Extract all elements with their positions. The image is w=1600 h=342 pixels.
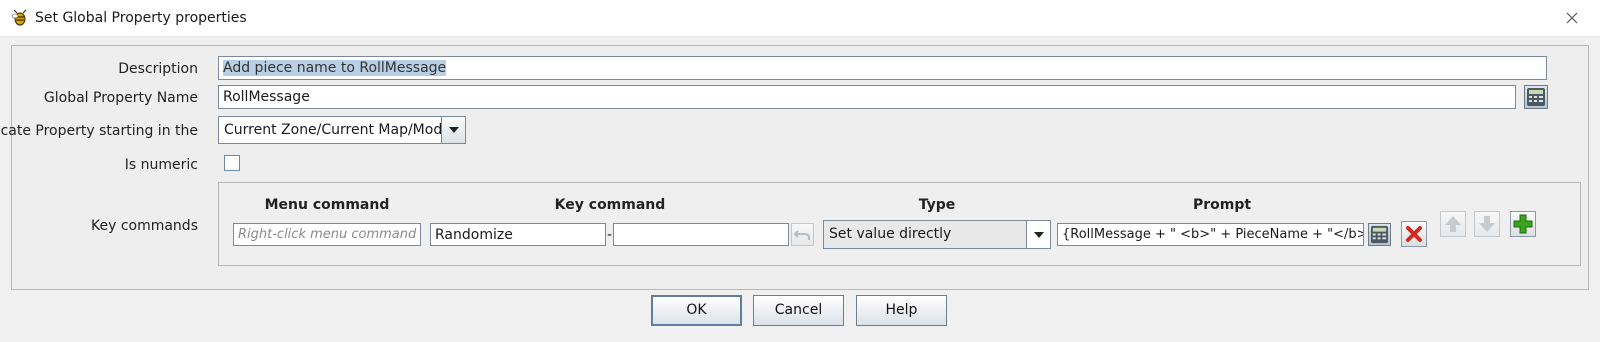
add-icon	[1513, 214, 1533, 234]
key-name-value: Randomize	[435, 227, 513, 243]
locate-value: Current Zone/Current Map/Module	[224, 122, 464, 138]
move-up-button[interactable]	[1440, 211, 1466, 237]
move-up-icon	[1445, 216, 1461, 232]
locate-dropdown-button[interactable]	[441, 117, 465, 143]
close-icon[interactable]	[1562, 8, 1582, 28]
key-name-field[interactable]: Randomize	[430, 223, 606, 246]
ok-button[interactable]: OK	[651, 295, 742, 326]
description-field[interactable]: Add piece name to RollMessage	[218, 56, 1547, 80]
delete-key-command-button[interactable]	[1401, 221, 1427, 247]
description-label: Description	[118, 61, 198, 77]
is-numeric-checkbox[interactable]	[224, 155, 240, 171]
move-down-icon	[1479, 216, 1495, 232]
properties-panel: Description Add piece name to RollMessag…	[0, 45, 1589, 290]
add-key-command-button[interactable]	[1510, 211, 1536, 237]
key-commands-label: Key commands	[90, 218, 198, 234]
key-separator: -	[607, 227, 613, 243]
prompt-header: Prompt	[1192, 197, 1252, 213]
property-name-field[interactable]: RollMessage	[218, 85, 1516, 109]
undo-key-button[interactable]	[791, 223, 814, 246]
move-down-button[interactable]	[1474, 211, 1500, 237]
prompt-value: {RollMessage + " <b>" + PieceName + "</b…	[1062, 227, 1364, 242]
property-name-calculator-button[interactable]	[1524, 85, 1548, 109]
type-combo[interactable]: Set value directly	[823, 220, 1051, 249]
property-name-value: RollMessage	[223, 89, 310, 105]
prompt-field[interactable]: {RollMessage + " <b>" + PieceName + "</b…	[1057, 223, 1364, 246]
key-command-header: Key command	[554, 197, 666, 213]
property-name-label: Global Property Name	[43, 90, 198, 106]
title-bar: Set Global Property properties	[0, 0, 1600, 37]
prompt-calculator-button[interactable]	[1368, 223, 1391, 246]
locate-label: Locate Property starting in the	[0, 123, 198, 139]
is-numeric-label: Is numeric	[124, 157, 198, 173]
menu-command-placeholder: Right-click menu command	[238, 227, 417, 242]
dropdown-arrow-icon	[449, 127, 459, 133]
type-value: Set value directly	[829, 226, 952, 242]
calculator-icon	[1370, 225, 1389, 244]
description-value: Add piece name to RollMessage	[223, 60, 447, 76]
type-header: Type	[918, 197, 956, 213]
key-commands-box: Menu command Key command Type Prompt Rig…	[218, 182, 1581, 266]
dropdown-arrow-icon	[1034, 232, 1044, 238]
help-button[interactable]: Help	[856, 295, 947, 326]
key-stroke-field[interactable]	[613, 223, 789, 246]
window-title: Set Global Property properties	[35, 10, 247, 26]
locate-combo[interactable]: Current Zone/Current Map/Module	[218, 116, 466, 144]
type-dropdown-button[interactable]	[1026, 221, 1050, 248]
cancel-button[interactable]: Cancel	[753, 295, 844, 326]
menu-command-field[interactable]: Right-click menu command	[233, 223, 421, 246]
app-icon	[11, 9, 27, 26]
delete-icon	[1406, 226, 1422, 242]
undo-icon	[793, 230, 810, 240]
menu-command-header: Menu command	[264, 197, 390, 213]
calculator-icon	[1527, 88, 1545, 106]
